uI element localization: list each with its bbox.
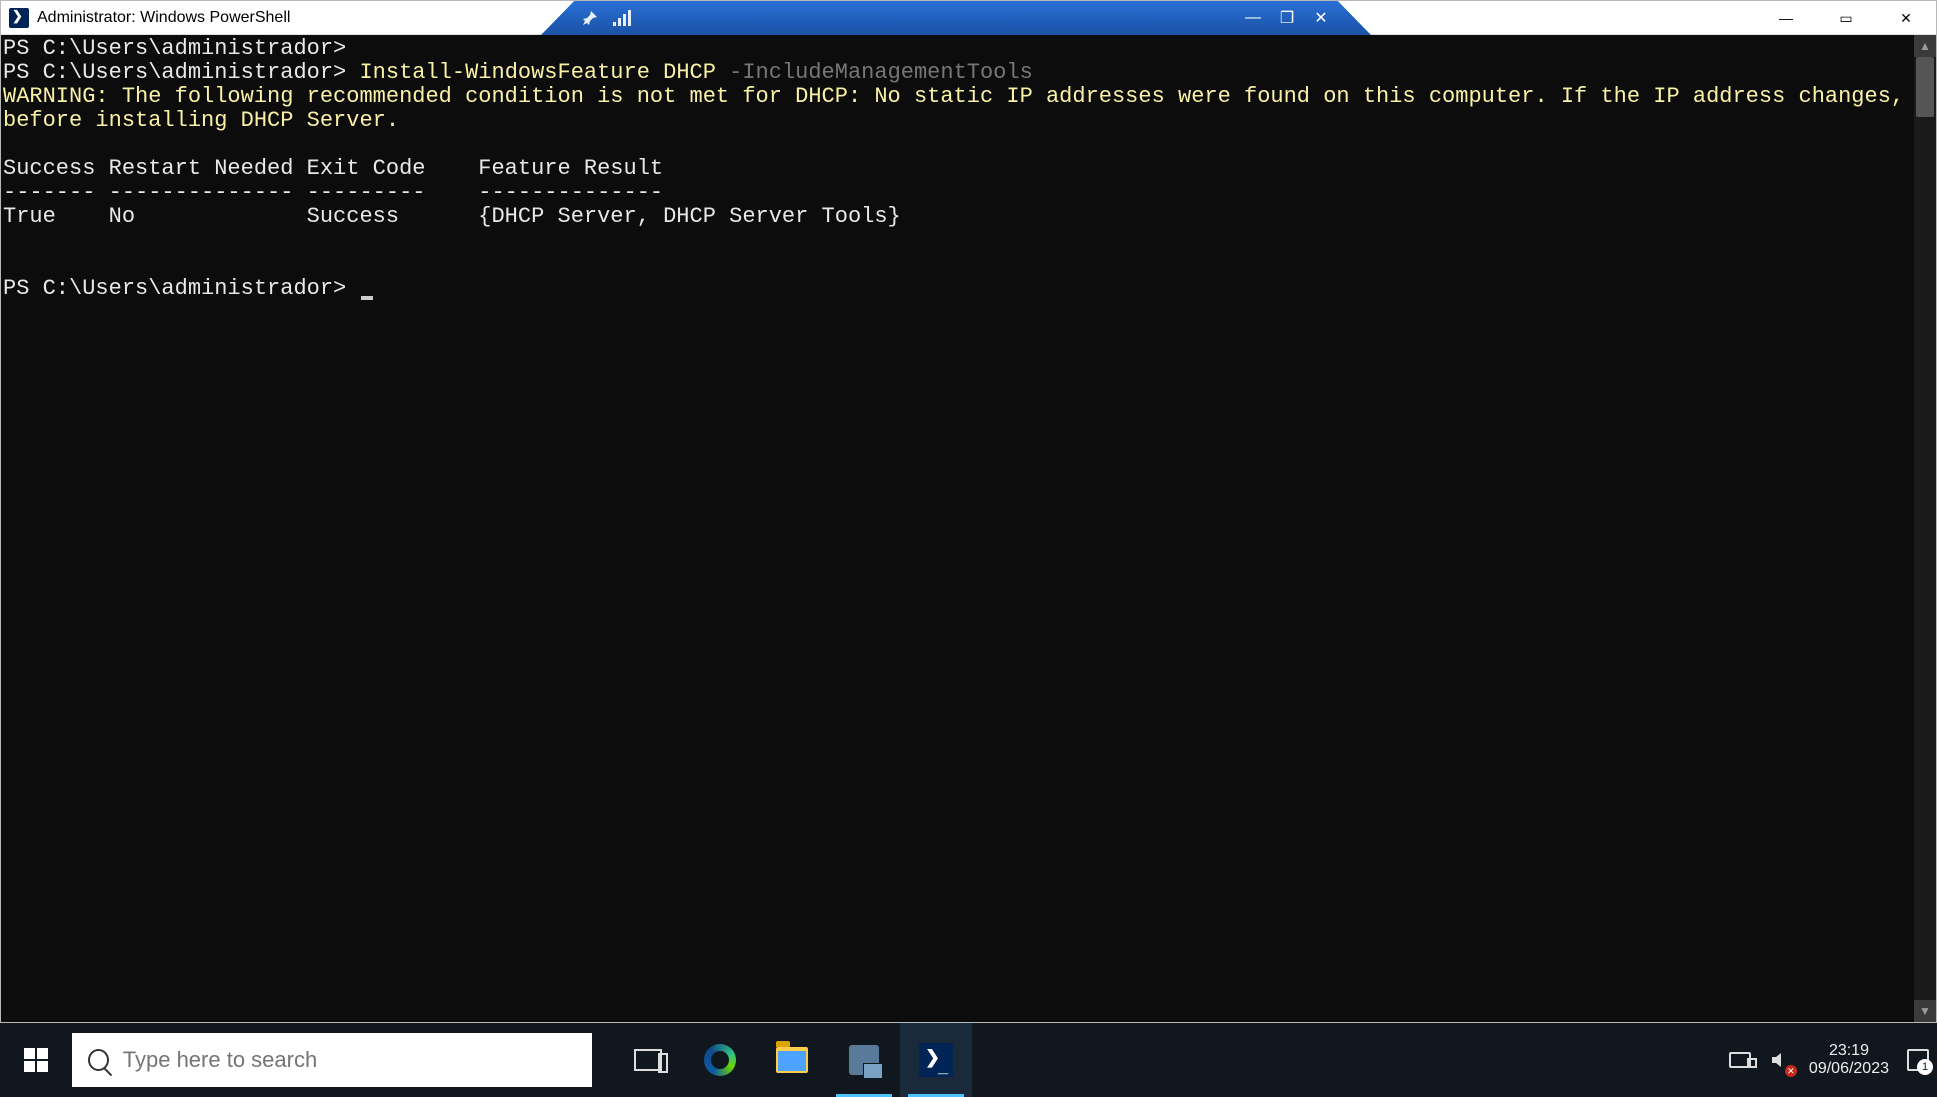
table-row: True No Success {DHCP Server, DHCP Serve… — [3, 204, 901, 229]
windows-logo-icon — [24, 1048, 48, 1072]
prompt-line: PS C:\Users\administrador> — [3, 36, 346, 61]
powershell-taskbar-icon — [919, 1043, 953, 1077]
notification-icon: 1 — [1907, 1049, 1929, 1071]
warning-line: WARNING: The following recommended condi… — [3, 84, 1914, 109]
command-param: -IncludeManagementTools — [729, 60, 1033, 85]
file-explorer-app[interactable] — [756, 1023, 828, 1097]
pin-icon[interactable] — [581, 9, 599, 27]
network-icon[interactable] — [1729, 1049, 1751, 1071]
command-token: Install-WindowsFeature — [359, 60, 649, 85]
vm-restore-button[interactable]: ❐ — [1277, 8, 1297, 28]
taskbar: 23:19 09/06/2023 1 — [0, 1023, 1937, 1097]
console-output[interactable]: PS C:\Users\administrador> PS C:\Users\a… — [1, 35, 1914, 1022]
volume-muted-icon[interactable] — [1769, 1049, 1791, 1071]
window-title: Administrator: Windows PowerShell — [37, 9, 290, 27]
search-input[interactable] — [123, 1047, 592, 1073]
powershell-window: Administrator: Windows PowerShell — ❐ ✕ — [0, 0, 1937, 1023]
console-area: PS C:\Users\administrador> PS C:\Users\a… — [1, 35, 1936, 1022]
prompt-line: PS C:\Users\administrador> — [3, 60, 359, 85]
vm-connection-bar[interactable]: — ❐ ✕ — [541, 1, 1371, 35]
outer-titlebar[interactable]: Administrator: Windows PowerShell — ❐ ✕ — [1, 1, 1936, 35]
server-manager-icon — [849, 1045, 879, 1075]
tray-clock[interactable]: 23:19 09/06/2023 — [1809, 1042, 1889, 1078]
vm-close-button[interactable]: ✕ — [1311, 8, 1331, 28]
powershell-icon — [9, 8, 29, 28]
taskbar-search[interactable] — [72, 1033, 592, 1087]
search-icon — [88, 1049, 109, 1071]
prompt-line: PS C:\Users\administrador> — [3, 276, 359, 301]
clock-date: 09/06/2023 — [1809, 1060, 1889, 1078]
scroll-down-button[interactable]: ▼ — [1914, 1000, 1936, 1022]
cursor — [361, 296, 373, 300]
outer-minimize-button[interactable]: — — [1756, 1, 1816, 35]
warning-line: before installing DHCP Server. — [3, 108, 399, 133]
signal-icon — [613, 9, 631, 27]
action-center-button[interactable]: 1 — [1907, 1049, 1929, 1071]
scroll-thumb[interactable] — [1916, 57, 1934, 117]
folder-icon — [776, 1047, 808, 1073]
outer-close-button[interactable]: ✕ — [1876, 1, 1936, 35]
powershell-app[interactable] — [900, 1023, 972, 1097]
server-manager-app[interactable] — [828, 1023, 900, 1097]
task-view-icon — [634, 1049, 662, 1071]
screenshot-root: Administrator: Windows PowerShell — ❐ ✕ — [0, 0, 1937, 1097]
table-header: Success Restart Needed Exit Code Feature… — [3, 156, 663, 181]
edge-app[interactable] — [684, 1023, 756, 1097]
notification-badge: 1 — [1917, 1059, 1933, 1075]
system-tray: 23:19 09/06/2023 1 — [1729, 1023, 1937, 1097]
start-button[interactable] — [0, 1023, 72, 1097]
clock-time: 23:19 — [1809, 1042, 1889, 1060]
scroll-track[interactable] — [1914, 57, 1936, 1000]
outer-maximize-button[interactable]: ▭ — [1816, 1, 1876, 35]
console-scrollbar[interactable]: ▲ ▼ — [1914, 35, 1936, 1022]
table-divider: ------- -------------- --------- -------… — [3, 180, 663, 205]
edge-icon — [704, 1044, 736, 1076]
taskbar-apps — [612, 1023, 972, 1097]
vm-minimize-button[interactable]: — — [1243, 8, 1263, 28]
task-view-button[interactable] — [612, 1023, 684, 1097]
command-arg: DHCP — [650, 60, 729, 85]
scroll-up-button[interactable]: ▲ — [1914, 35, 1936, 57]
